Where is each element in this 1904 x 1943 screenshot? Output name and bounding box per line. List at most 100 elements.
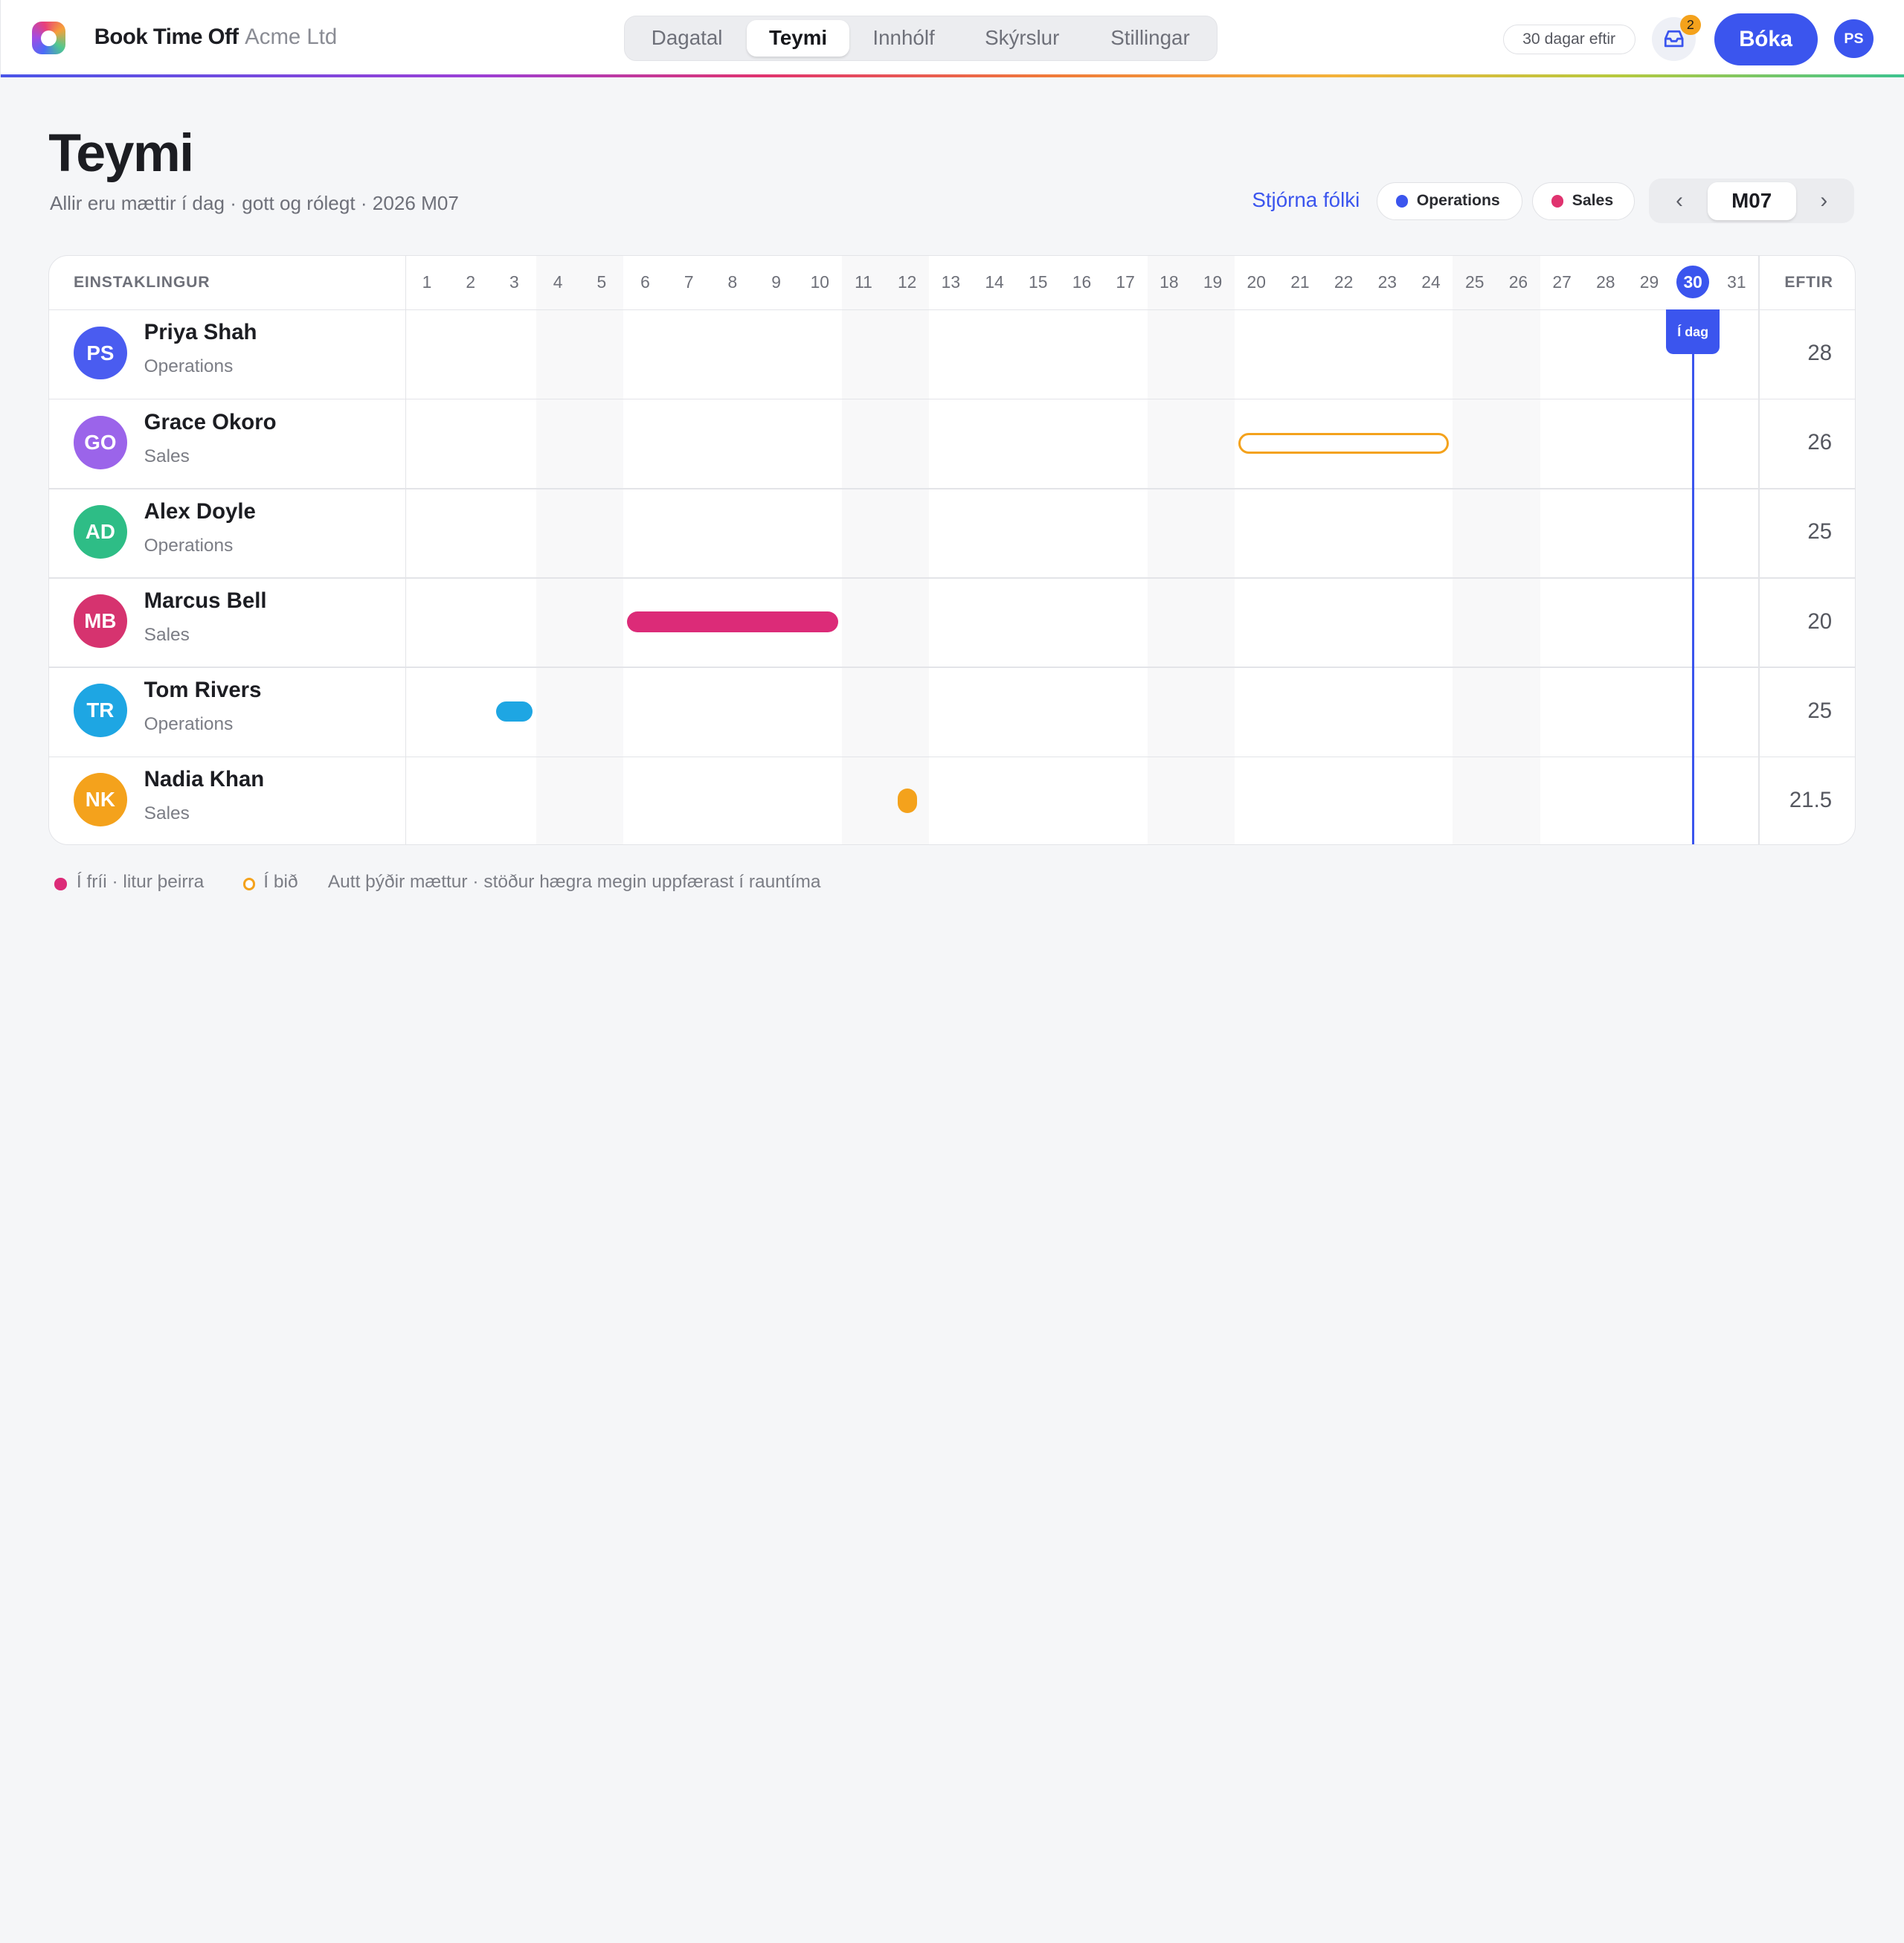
person-column-header: EINSTAKLINGUR: [73, 273, 210, 291]
day-header: 23: [1377, 272, 1398, 292]
day-header: 9: [771, 272, 781, 292]
tab-calendar[interactable]: Dagatal: [629, 20, 744, 57]
day-header: 17: [1116, 272, 1135, 292]
legend-pending-label: Í bið: [263, 872, 298, 893]
inbox-count-badge: 2: [1680, 14, 1701, 36]
leave-bar[interactable]: [897, 789, 917, 813]
person-name[interactable]: Marcus Bell: [144, 588, 267, 614]
tab-inbox[interactable]: Innhólf: [852, 20, 956, 57]
person-team: Operations: [144, 356, 234, 377]
remaining-days: 28: [1807, 341, 1833, 366]
day-header: 12: [897, 272, 917, 292]
top-bar: Book Time Off Acme Ltd Dagatal Teymi Inn…: [0, 0, 1904, 78]
day-header: 18: [1160, 272, 1179, 292]
day-header: 2: [466, 272, 476, 292]
day-header: 1: [422, 272, 432, 292]
page-subtitle: Allir eru mættir í dag · gott og rólegt …: [49, 191, 459, 214]
remaining-days: 25: [1807, 519, 1833, 545]
day-header: 26: [1508, 272, 1528, 292]
day-header: 5: [596, 272, 607, 292]
app-logo: [32, 22, 65, 55]
person-team: Sales: [144, 624, 190, 645]
day-header: 21: [1290, 272, 1310, 292]
day-header: 14: [985, 272, 1004, 292]
legend-off-label: Í fríi · litur þeirra: [76, 872, 205, 893]
day-header: 27: [1552, 272, 1572, 292]
manage-people-link[interactable]: Stjórna fólki: [1252, 188, 1360, 212]
avatar[interactable]: GO: [73, 415, 127, 469]
filter-chip-sales[interactable]: Sales: [1532, 182, 1635, 220]
current-month: M07: [1707, 182, 1796, 220]
avatar[interactable]: PS: [73, 326, 127, 380]
row-divider: [49, 667, 1855, 668]
remaining-days: 26: [1807, 430, 1833, 455]
person-name[interactable]: Grace Okoro: [144, 410, 277, 435]
legend-off-dot: [54, 878, 67, 890]
day-header: 29: [1639, 272, 1659, 292]
next-month-button[interactable]: ›: [1800, 179, 1848, 223]
avatar[interactable]: NK: [73, 773, 127, 827]
remaining-days: 25: [1807, 698, 1833, 723]
row-divider: [49, 577, 1855, 579]
filter-label: Sales: [1572, 191, 1614, 209]
days-left-badge: 30 dagar eftir: [1502, 24, 1636, 55]
team-calendar-grid: EINSTAKLINGUR EFTIR 1 2 3 4 5 6 7 8 9 10 11 12 13 14 1…: [48, 254, 1856, 846]
day-header: 13: [941, 272, 961, 292]
legend-note: Autt þýðir mættur · stöður hægra megin u…: [327, 872, 821, 893]
day-header: 31: [1727, 272, 1746, 292]
day-header: 22: [1334, 272, 1354, 292]
leave-bar[interactable]: [495, 701, 533, 722]
remaining-days: 21.5: [1789, 787, 1833, 812]
prev-month-button[interactable]: ‹: [1655, 179, 1703, 223]
person-team: Sales: [144, 446, 190, 466]
app-name: Book Time Off: [94, 24, 239, 49]
person-name[interactable]: Priya Shah: [144, 320, 257, 345]
person-name[interactable]: Nadia Khan: [144, 767, 265, 792]
book-button[interactable]: Bóka: [1714, 13, 1818, 66]
person-team: Operations: [144, 535, 234, 556]
main-nav: Dagatal Teymi Innhólf Skýrslur Stillinga…: [623, 16, 1218, 61]
day-header: 3: [509, 272, 519, 292]
day-header: 25: [1464, 272, 1485, 292]
day-header: 8: [727, 272, 738, 292]
tab-reports[interactable]: Skýrslur: [959, 20, 1086, 57]
day-header: 24: [1421, 272, 1441, 292]
day-header: 11: [855, 272, 872, 292]
row-divider: [49, 398, 1855, 400]
today-tag: Í dag: [1666, 309, 1720, 355]
tab-team[interactable]: Teymi: [747, 20, 849, 57]
avatar[interactable]: TR: [73, 684, 127, 738]
avatar[interactable]: AD: [73, 504, 127, 559]
company-name: Acme Ltd: [245, 24, 338, 49]
person-name[interactable]: Tom Rivers: [144, 678, 262, 703]
day-header: 28: [1596, 272, 1615, 292]
operations-dot: [1395, 195, 1409, 208]
day-header: 6: [640, 272, 650, 292]
avatar[interactable]: MB: [73, 594, 127, 648]
day-header: 10: [810, 272, 829, 292]
pending-leave-bar[interactable]: [1238, 433, 1450, 454]
page-title: Teymi: [48, 123, 194, 183]
inbox-icon: [1665, 30, 1684, 48]
tab-settings[interactable]: Stillingar: [1088, 20, 1212, 57]
today-day-marker: 30: [1676, 265, 1710, 298]
person-team: Operations: [144, 714, 234, 735]
month-switcher: ‹ M07 ›: [1649, 179, 1855, 224]
user-avatar[interactable]: PS: [1834, 19, 1874, 59]
today-line: [1691, 309, 1694, 845]
header-divider: [49, 309, 1855, 311]
person-team: Sales: [144, 803, 190, 824]
filter-label: Operations: [1416, 191, 1500, 209]
filter-chip-operations[interactable]: Operations: [1377, 182, 1523, 220]
day-header: 20: [1247, 272, 1266, 292]
person-name[interactable]: Alex Doyle: [144, 499, 256, 524]
day-header: 19: [1203, 272, 1223, 292]
remaining-days: 20: [1807, 608, 1833, 634]
day-header: 4: [553, 272, 563, 292]
sales-dot: [1551, 195, 1564, 208]
day-header: 16: [1072, 272, 1092, 292]
accent-divider: [1, 74, 1904, 78]
legend-pending-dot: [242, 878, 255, 890]
remaining-column-header: EFTIR: [1784, 273, 1833, 291]
leave-bar[interactable]: [627, 611, 838, 633]
